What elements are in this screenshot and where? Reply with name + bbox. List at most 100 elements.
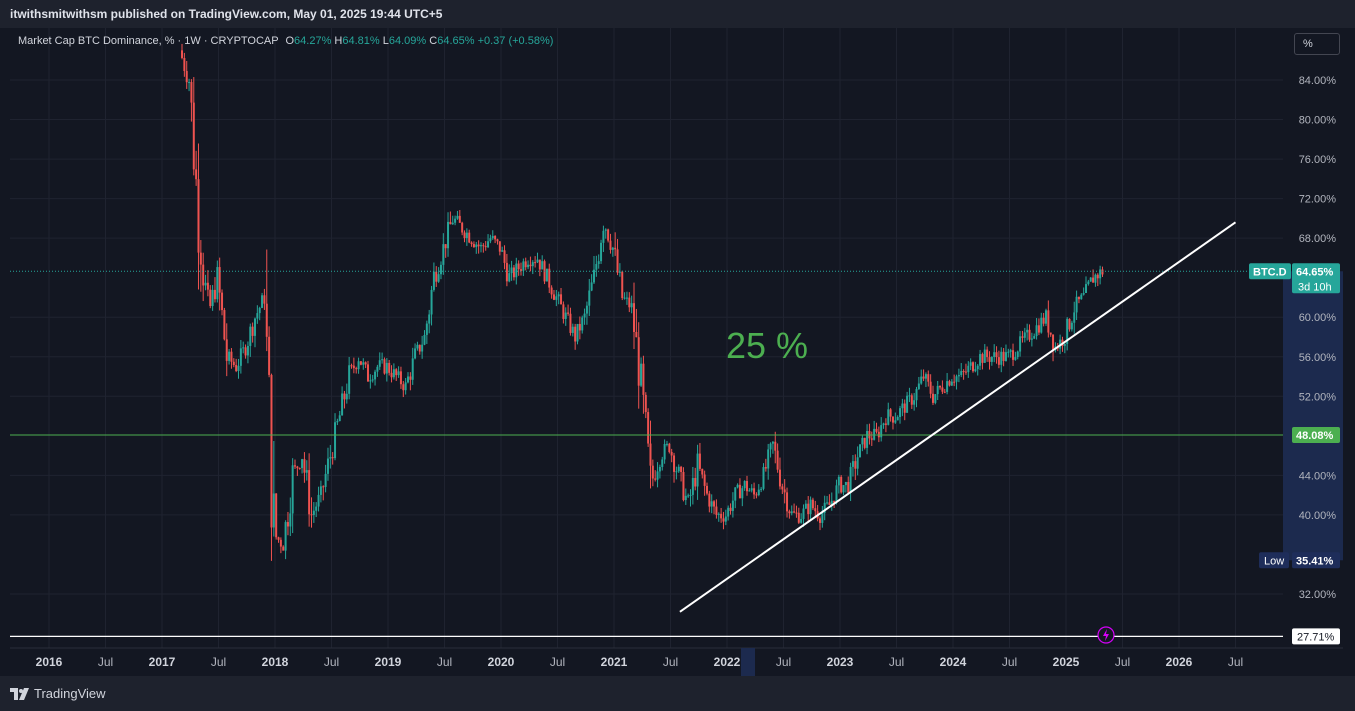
candle-body xyxy=(748,490,751,492)
candle-body xyxy=(1026,329,1029,333)
candle-body xyxy=(995,352,998,358)
candle-body xyxy=(818,518,821,523)
candle-body xyxy=(670,451,673,456)
candle-body xyxy=(630,303,633,308)
candle-body xyxy=(705,485,708,494)
candle-body xyxy=(465,232,468,239)
candle-body xyxy=(228,351,231,361)
tradingview-brand: TradingView xyxy=(34,686,106,701)
candle-body xyxy=(847,482,850,493)
candle-body xyxy=(541,261,544,270)
candle-body xyxy=(498,241,501,252)
candle-body xyxy=(807,503,810,515)
candle-body xyxy=(990,357,993,362)
candle-body xyxy=(298,468,301,470)
x-tick-label: 2024 xyxy=(940,655,967,669)
candle-body xyxy=(534,262,537,264)
candle-body xyxy=(235,365,238,372)
y-tick-label: 52.00% xyxy=(1299,391,1337,403)
candle-body xyxy=(673,455,676,472)
candle-body xyxy=(374,371,377,380)
candle-body xyxy=(181,50,184,58)
candle-body xyxy=(1082,292,1085,295)
candle-body xyxy=(211,289,214,307)
flash-icon[interactable] xyxy=(1097,626,1115,644)
candle-body xyxy=(195,169,198,180)
candle-body xyxy=(906,395,909,413)
candle-body xyxy=(567,312,570,314)
candle-body xyxy=(1052,334,1055,351)
candle-body xyxy=(837,476,840,486)
candle-body xyxy=(491,235,494,239)
candle-body xyxy=(894,420,897,423)
candle-body xyxy=(913,400,916,405)
candle-body xyxy=(764,467,767,469)
candle-body xyxy=(564,312,567,319)
candle-body xyxy=(654,478,657,480)
candle-body xyxy=(484,246,487,248)
candle-body xyxy=(1073,312,1076,323)
bottom-price-label: 27.71% xyxy=(1297,631,1335,643)
candle-body xyxy=(1042,317,1045,324)
candle-body xyxy=(675,471,678,473)
candle-body xyxy=(576,323,579,342)
candle-body xyxy=(899,408,902,418)
y-tick-label: 76.00% xyxy=(1299,154,1337,166)
candle-body xyxy=(778,469,781,487)
price-chart[interactable]: 25 % 84.00% 80.00% 76.00% 72.00% 68.00% 60.00… xyxy=(10,28,1343,676)
candle-body xyxy=(1030,338,1033,340)
candle-body xyxy=(901,403,904,409)
candle-body xyxy=(986,349,989,358)
candle-body xyxy=(571,326,574,333)
level-price-label: 48.08% xyxy=(1296,430,1334,442)
chart-area[interactable]: 25 % 84.00% 80.00% 76.00% 72.00% 68.00% 60.00… xyxy=(10,28,1343,676)
low-tag-label: Low xyxy=(1264,555,1284,567)
candle-body xyxy=(416,344,419,349)
candle-body xyxy=(826,502,829,504)
candle-body xyxy=(338,415,341,422)
candle-body xyxy=(640,363,643,386)
candle-body xyxy=(204,282,207,286)
candle-body xyxy=(366,364,369,382)
candle-body xyxy=(545,268,548,282)
x-tick-label: 2025 xyxy=(1053,655,1080,669)
candle-body xyxy=(583,313,586,318)
tradingview-logo[interactable]: TradingView xyxy=(10,686,106,701)
candle-body xyxy=(447,221,450,249)
candle-body xyxy=(402,384,405,391)
candle-body xyxy=(1016,351,1019,358)
candle-body xyxy=(746,481,749,492)
candle-body xyxy=(258,307,261,314)
candle-body xyxy=(939,385,942,388)
candle-body xyxy=(651,465,654,479)
candle-body xyxy=(953,381,956,383)
candle-body xyxy=(993,352,996,358)
candle-body xyxy=(538,259,541,270)
candle-body xyxy=(282,546,285,551)
candle-body xyxy=(790,511,793,514)
candle-body xyxy=(1002,351,1005,361)
candle-body xyxy=(713,501,716,507)
candle-body xyxy=(557,294,560,297)
candle-body xyxy=(870,438,873,440)
candle-body xyxy=(698,453,701,469)
candle-body xyxy=(656,471,659,480)
candle-body xyxy=(550,287,553,295)
legend-symbol[interactable]: Market Cap BTC Dominance, % · 1W · CRYPT… xyxy=(18,35,278,47)
x-tick-label: 2026 xyxy=(1166,655,1193,669)
candle-body xyxy=(633,303,636,332)
scale-toggle-button[interactable]: % xyxy=(1294,33,1340,55)
candle-body xyxy=(578,323,581,331)
candle-body xyxy=(859,444,862,458)
annotation-text[interactable]: 25 % xyxy=(726,325,808,366)
candle-body xyxy=(861,437,864,445)
candle-body xyxy=(682,472,685,501)
candle-body xyxy=(430,289,433,315)
candle-body xyxy=(788,511,791,514)
candle-body xyxy=(284,522,287,551)
candle-body xyxy=(694,477,697,487)
candle-body xyxy=(722,518,725,522)
candle-body xyxy=(399,371,402,385)
candle-body xyxy=(1033,336,1036,339)
candle-body xyxy=(946,381,949,392)
